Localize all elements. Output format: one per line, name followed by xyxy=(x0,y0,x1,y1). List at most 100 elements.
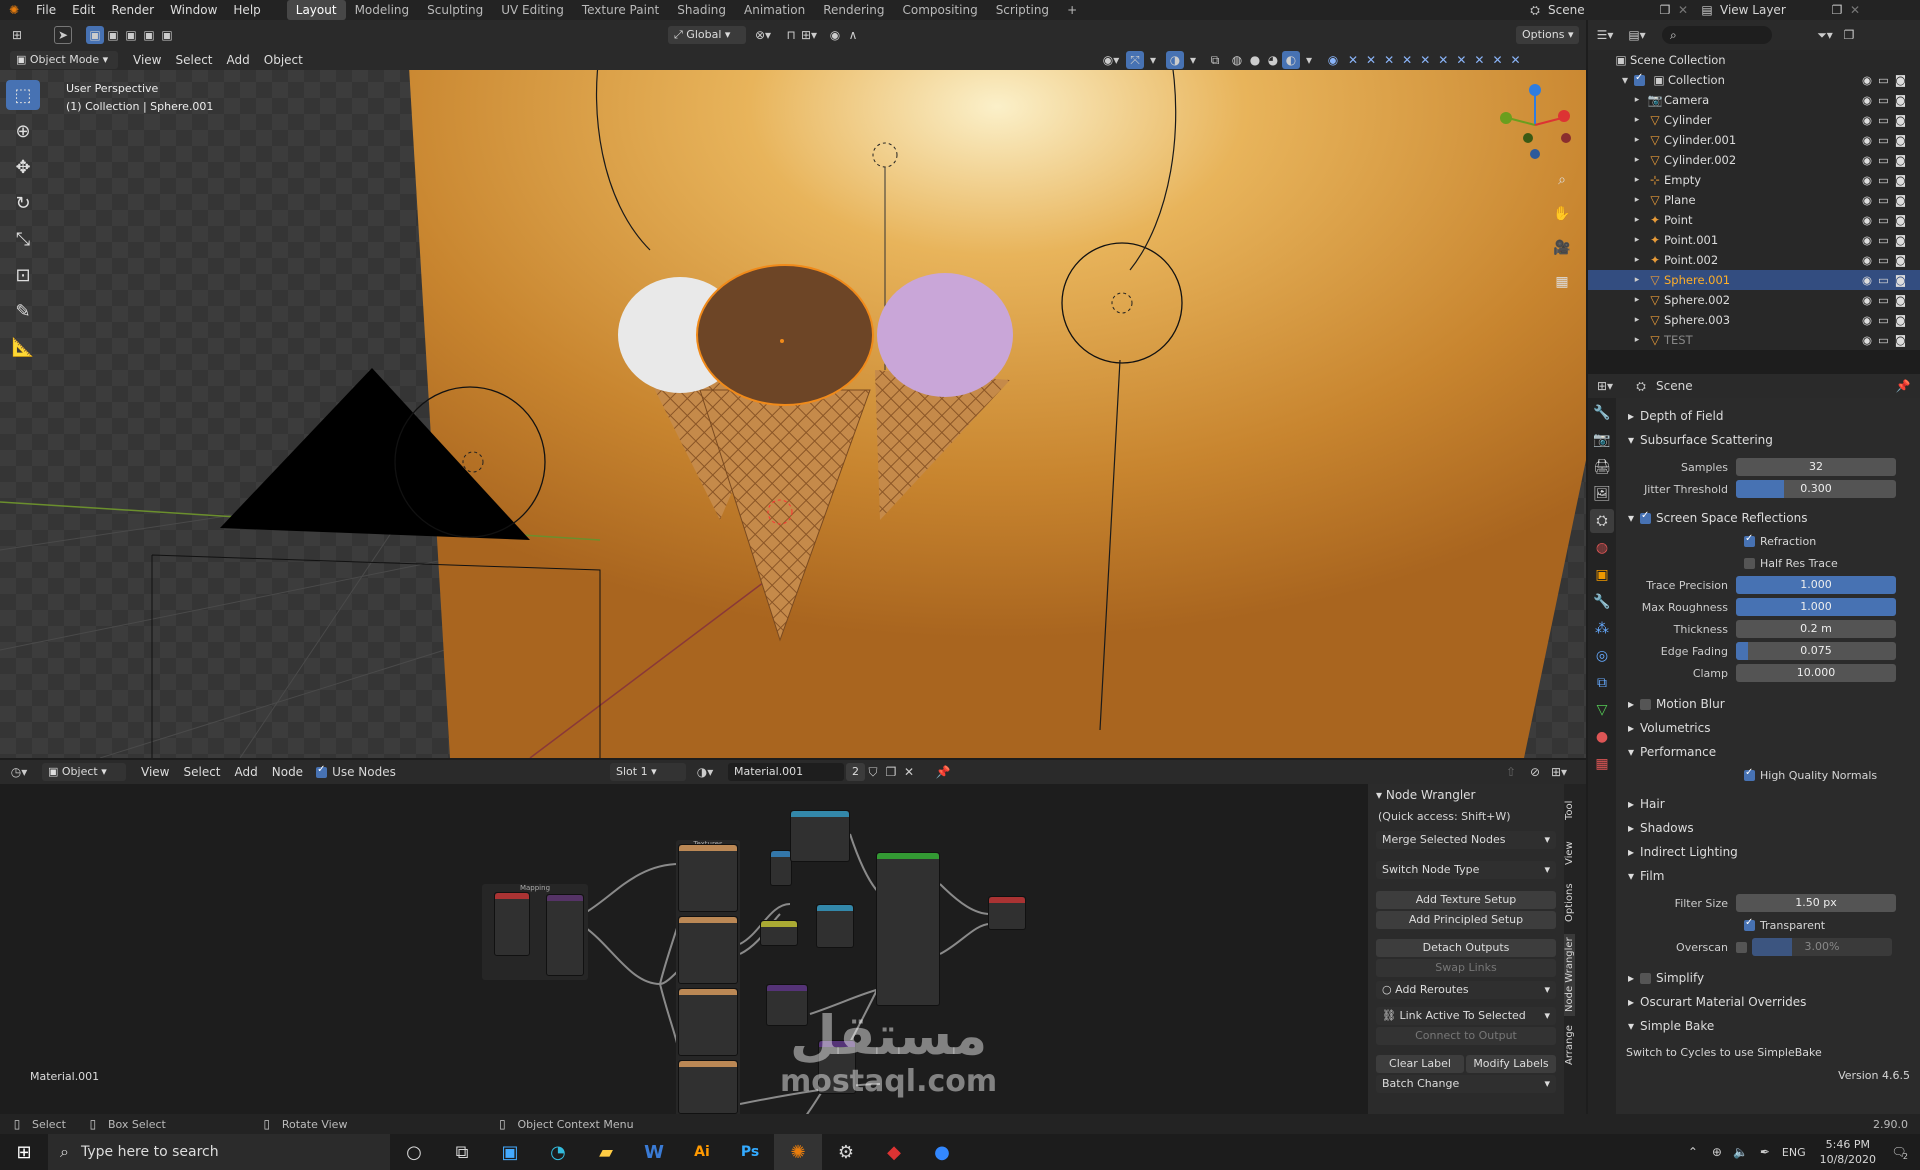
restrict-icons[interactable]: ◉▭◙ xyxy=(1862,273,1912,287)
texture-tab-icon[interactable]: ▦ xyxy=(1590,752,1614,776)
overscan-field[interactable]: 3.00% xyxy=(1752,938,1892,956)
outliner-search-input[interactable]: ⌕ xyxy=(1662,26,1772,44)
app-icon[interactable]: ⚙ xyxy=(822,1134,870,1170)
mapping-node[interactable] xyxy=(546,894,584,976)
simple-bake-panel[interactable]: ▾ Simple Bake xyxy=(1616,1014,1920,1038)
ssr-checkbox[interactable] xyxy=(1640,510,1652,524)
refraction-checkbox[interactable] xyxy=(1744,533,1755,547)
copy-icon[interactable]: ❐ xyxy=(1828,1,1846,19)
film-panel[interactable]: ▾ Film xyxy=(1616,864,1920,888)
material-output-node[interactable] xyxy=(988,896,1026,930)
menu-view[interactable]: View xyxy=(126,53,168,67)
options-dropdown[interactable]: Options ▾ xyxy=(1516,26,1580,44)
outliner-row-empty[interactable]: ▸ ⊹ Empty ◉▭◙ xyxy=(1588,170,1920,190)
store-icon[interactable]: ▣ xyxy=(486,1134,534,1170)
object-tab-icon[interactable]: ▣ xyxy=(1590,563,1614,587)
tab-uv-editing[interactable]: UV Editing xyxy=(492,0,573,20)
snap-target-icon[interactable]: ⊞▾ xyxy=(1550,763,1568,781)
render-tab-icon[interactable]: 📷 xyxy=(1590,428,1614,452)
expand-icon[interactable]: ▸ xyxy=(1628,331,1646,349)
trace-precision-slider[interactable]: 1.000 xyxy=(1736,576,1896,594)
tab-animation[interactable]: Animation xyxy=(735,0,814,20)
menu-object[interactable]: Object xyxy=(257,53,310,67)
copy-icon[interactable]: ❐ xyxy=(1656,1,1674,19)
expand-icon[interactable]: ▸ xyxy=(1628,151,1646,169)
language-indicator[interactable]: ENG xyxy=(1782,1146,1806,1159)
expand-icon[interactable]: ▸ xyxy=(1628,251,1646,269)
select-intersect-icon[interactable]: ▣ xyxy=(158,26,176,44)
pin-icon[interactable]: 📌 xyxy=(934,763,952,781)
outliner-row-cylinder-001[interactable]: ▸ ▽ Cylinder.001 ◉▭◙ xyxy=(1588,130,1920,150)
switch-node-type-dropdown[interactable]: Switch Node Type ▾ xyxy=(1376,861,1556,879)
wave-app-icon[interactable]: ● xyxy=(918,1134,966,1170)
simplify-checkbox[interactable] xyxy=(1640,972,1652,984)
node-editor-canvas[interactable]: Mapping Textures Material.001 مستقل most… xyxy=(0,784,1368,1126)
outliner-row-cylinder-002[interactable]: ▸ ▽ Cylinder.002 ◉▭◙ xyxy=(1588,150,1920,170)
oscurart-panel[interactable]: ▸ Oscurart Material Overrides xyxy=(1616,990,1920,1014)
tab-compositing[interactable]: Compositing xyxy=(893,0,986,20)
restrict-icons[interactable]: ◉▭◙ xyxy=(1862,213,1912,227)
material-shading-icon[interactable]: ◕ xyxy=(1264,51,1282,69)
cursor-tool-icon[interactable]: ⊕ xyxy=(6,116,40,146)
depth-of-field-panel[interactable]: ▸ Depth of Field xyxy=(1616,404,1920,428)
restrict-icons[interactable]: ◉▭◙ xyxy=(1862,233,1912,247)
tab-shading[interactable]: Shading xyxy=(668,0,735,20)
word-icon[interactable]: W xyxy=(630,1134,678,1170)
move-tool-icon[interactable]: ✥ xyxy=(6,152,40,182)
filter-icon[interactable]: ⏷▾ xyxy=(1816,26,1834,44)
editor-type-icon[interactable]: ⊞▾ xyxy=(1596,377,1614,395)
particles-tab-icon[interactable]: ⁂ xyxy=(1590,617,1614,641)
outliner-row-sphere-001[interactable]: ▸ ▽ Sphere.001 ◉▭◙ xyxy=(1588,270,1920,290)
wireframe-shading-icon[interactable]: ◍ xyxy=(1228,51,1246,69)
tab-sculpting[interactable]: Sculpting xyxy=(418,0,492,20)
hq-normals-checkbox[interactable] xyxy=(1744,767,1755,781)
edge-fading-slider[interactable]: 0.075 xyxy=(1736,642,1896,660)
menu-window[interactable]: Window xyxy=(162,0,225,20)
expand-icon[interactable]: ▸ xyxy=(1628,171,1646,189)
samples-field[interactable]: 32 xyxy=(1736,458,1896,476)
tab-scripting[interactable]: Scripting xyxy=(987,0,1058,20)
sss-panel[interactable]: ▾ Subsurface Scattering xyxy=(1616,428,1920,452)
editor-type-icon[interactable]: ☰▾ xyxy=(1596,26,1614,44)
volume-icon[interactable]: 🔈 xyxy=(1732,1143,1750,1161)
expand-icon[interactable]: ▸ xyxy=(1628,131,1646,149)
taskbar-search-box[interactable]: ⌕ Type here to search xyxy=(48,1134,390,1170)
shadows-panel[interactable]: ▸ Shadows xyxy=(1616,816,1920,840)
outliner-row-sphere-002[interactable]: ▸ ▽ Sphere.002 ◉▭◙ xyxy=(1588,290,1920,310)
falloff-icon[interactable]: ∧ xyxy=(844,26,862,44)
restrict-icons[interactable]: ◉▭◙ xyxy=(1862,333,1912,347)
menu-select[interactable]: Select xyxy=(176,765,227,779)
modify-labels-button[interactable]: Modify Labels xyxy=(1466,1055,1556,1073)
mix-node[interactable] xyxy=(760,920,798,946)
restrict-icons[interactable]: ◉▭◙ xyxy=(1862,293,1912,307)
outliner-row-sphere-003[interactable]: ▸ ▽ Sphere.003 ◉▭◙ xyxy=(1588,310,1920,330)
tab-node-wrangler[interactable]: Node Wrangler xyxy=(1564,934,1575,1016)
close-icon[interactable]: ✕ xyxy=(1674,1,1692,19)
measure-tool-icon[interactable]: 📐 xyxy=(6,332,40,362)
menu-edit[interactable]: Edit xyxy=(64,0,103,20)
menu-node[interactable]: Node xyxy=(265,765,310,779)
blender-logo-icon[interactable]: ✺ xyxy=(0,1,28,19)
restrict-icons[interactable]: ◉▭◙ xyxy=(1862,253,1912,267)
detach-outputs-button[interactable]: Detach Outputs xyxy=(1376,939,1556,957)
sketchup-icon[interactable]: ◆ xyxy=(870,1134,918,1170)
modifier-tab-icon[interactable]: 🔧 xyxy=(1590,590,1614,614)
add-workspace-icon[interactable]: + xyxy=(1058,0,1086,20)
filter-size-field[interactable]: 1.50 px xyxy=(1736,894,1896,912)
network-icon[interactable]: ⊕ xyxy=(1708,1143,1726,1161)
3d-viewport[interactable]: User Perspective (1) Collection | Sphere… xyxy=(0,50,1586,758)
xray-icon[interactable]: ⧉ xyxy=(1206,51,1224,69)
unlink-icon[interactable]: ✕ xyxy=(900,763,918,781)
physics-tab-icon[interactable]: ◎ xyxy=(1590,644,1614,668)
restrict-icons[interactable]: ◉▭◙ xyxy=(1862,313,1912,327)
data-tab-icon[interactable]: ▽ xyxy=(1590,698,1614,722)
restrict-icons[interactable]: ◉▭◙ xyxy=(1862,73,1912,87)
tab-texture-paint[interactable]: Texture Paint xyxy=(573,0,668,20)
zoom-icon[interactable]: ⌕ xyxy=(1548,166,1576,194)
world-tab-icon[interactable]: ◍ xyxy=(1590,536,1614,560)
cortana-icon[interactable]: ○ xyxy=(390,1134,438,1170)
editor-type-icon[interactable]: ◷▾ xyxy=(10,763,28,781)
ssr-panel[interactable]: ▾Screen Space Reflections xyxy=(1616,506,1920,530)
pivot-icon[interactable]: ⊗▾ xyxy=(754,26,772,44)
outliner-row-plane[interactable]: ▸ ▽ Plane ◉▭◙ xyxy=(1588,190,1920,210)
